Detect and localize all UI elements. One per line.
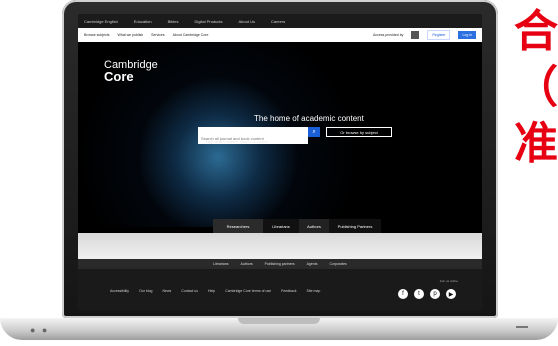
top-nav-item[interactable]: Digital Products bbox=[195, 19, 223, 24]
tab-authors[interactable]: Authors bbox=[299, 219, 329, 233]
browse-subject-button[interactable]: Or browse by subject bbox=[326, 127, 392, 137]
top-nav-item[interactable]: About Us bbox=[239, 19, 255, 24]
follow-label: Join us online bbox=[439, 279, 458, 283]
sub-nav-item[interactable]: Services bbox=[151, 33, 164, 37]
tab-publishing-partners[interactable]: Publishing Partners bbox=[329, 219, 381, 233]
access-label: Access provided by bbox=[373, 33, 404, 37]
footer-link[interactable]: Corporates bbox=[329, 262, 346, 266]
footer-bottom-link[interactable]: Contact us bbox=[181, 289, 198, 293]
footer-bottom-link[interactable]: Our blog bbox=[139, 289, 152, 293]
hero-title: The home of academic content bbox=[254, 114, 364, 123]
top-nav-item[interactable]: Education bbox=[134, 19, 152, 24]
footer: Accessibility Our blog News Contact us H… bbox=[78, 269, 482, 310]
footer-bottom-link[interactable]: Cambridge Core terms of use bbox=[225, 289, 271, 293]
facebook-icon[interactable]: f bbox=[398, 289, 408, 299]
social-icons: f t p ▶ bbox=[398, 289, 456, 299]
red-text-line3: 准 bbox=[514, 118, 558, 169]
audience-tabs: Researchers Librarians Authors Publishin… bbox=[78, 219, 482, 233]
top-nav: Cambridge English Education Bibles Digit… bbox=[78, 14, 482, 28]
footer-link[interactable]: Librarians bbox=[213, 262, 228, 266]
laptop-screen: Cambridge English Education Bibles Digit… bbox=[78, 14, 482, 310]
cambridge-core-logo[interactable]: Cambridge Core bbox=[104, 59, 158, 84]
pinterest-icon[interactable]: p bbox=[430, 289, 440, 299]
laptop-notch bbox=[238, 318, 320, 324]
laptop-status-dash bbox=[516, 326, 528, 328]
sub-nav-item[interactable]: About Cambridge Core bbox=[173, 33, 209, 37]
login-button[interactable]: Log in bbox=[458, 31, 476, 39]
search-help-link[interactable]: Help search content / Search all content bbox=[206, 140, 268, 144]
top-nav-item[interactable]: Careers bbox=[271, 19, 285, 24]
tab-librarians[interactable]: Librarians bbox=[263, 219, 299, 233]
footer-link[interactable]: Publishing partners bbox=[265, 262, 295, 266]
footer-link[interactable]: Agents bbox=[307, 262, 318, 266]
laptop-status-dots: ● ● bbox=[30, 325, 50, 335]
content-band bbox=[78, 233, 482, 259]
register-button[interactable]: Register bbox=[427, 30, 451, 40]
footer-bottom-link[interactable]: Accessibility bbox=[110, 289, 129, 293]
search-field[interactable] bbox=[198, 127, 308, 144]
top-nav-item[interactable]: Cambridge English bbox=[84, 19, 118, 24]
tab-researchers[interactable]: Researchers bbox=[213, 219, 263, 233]
search-button[interactable]: ⌕ bbox=[308, 127, 320, 137]
top-nav-item[interactable]: Bibles bbox=[168, 19, 179, 24]
red-side-text: 合 （( 准 bbox=[514, 4, 558, 172]
red-text-line2: （( bbox=[514, 62, 558, 113]
footer-bottom-link[interactable]: News bbox=[163, 289, 172, 293]
footer-bottom-link[interactable]: Site map bbox=[307, 289, 321, 293]
logo-line2: Core bbox=[104, 69, 134, 84]
red-text-line1: 合 bbox=[514, 6, 558, 57]
sub-nav-item[interactable]: Browse subjects bbox=[84, 33, 109, 37]
footer-link[interactable]: Authors bbox=[241, 262, 253, 266]
footer-bottom-link[interactable]: Feedback bbox=[281, 289, 296, 293]
sub-nav-item[interactable]: What we publish bbox=[117, 33, 143, 37]
search-icon: ⌕ bbox=[312, 128, 316, 135]
institution-icon[interactable] bbox=[411, 31, 420, 39]
twitter-icon[interactable]: t bbox=[414, 289, 424, 299]
footer-links: Librarians Authors Publishing partners A… bbox=[78, 259, 482, 269]
sub-nav: Browse subjects What we publish Services… bbox=[78, 28, 482, 42]
footer-bottom-links: Accessibility Our blog News Contact us H… bbox=[110, 289, 320, 293]
footer-bottom-link[interactable]: Help bbox=[208, 289, 215, 293]
youtube-icon[interactable]: ▶ bbox=[446, 289, 456, 299]
